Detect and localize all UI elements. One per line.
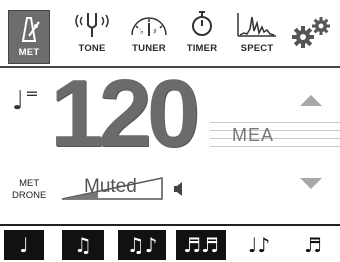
subdivision-sixteenth-button[interactable]: ♬♬ xyxy=(176,230,226,260)
drone-label-line1: MET xyxy=(19,178,40,189)
volume-slider[interactable]: Muted xyxy=(62,172,182,204)
spectrum-icon xyxy=(236,6,278,42)
quarter-note-icon: ♩ xyxy=(12,86,25,116)
stopwatch-icon xyxy=(189,6,215,42)
metronome-icon xyxy=(14,11,44,47)
tab-tuner[interactable]: ♭ ♯ TUNER xyxy=(122,6,176,64)
tab-tuner-label: TUNER xyxy=(132,43,166,54)
measure-label[interactable]: MEA xyxy=(232,125,274,146)
tempo-bpm-display[interactable]: 120 xyxy=(50,66,200,162)
volume-status: Muted xyxy=(84,176,137,197)
subdivision-quarter-button[interactable]: ♩ xyxy=(4,230,44,260)
mode-toolbar: MET TONE ♭ ♯ TUNER TIMER SPECT xyxy=(0,0,340,66)
tempo-down-button[interactable] xyxy=(300,178,322,189)
svg-text:♭: ♭ xyxy=(140,27,144,36)
subdivision-bar: ♩ ♫ ♫♪ ♬♬ ♩♪ ♬ xyxy=(0,224,340,262)
settings-button[interactable] xyxy=(288,14,334,72)
metronome-panel: ♩= 120 MEA MET DRONE Muted xyxy=(0,66,340,228)
swing-rhythm-icon: ♬ xyxy=(304,233,322,257)
tempo-up-button[interactable] xyxy=(300,95,322,106)
tab-spectrum[interactable]: SPECT xyxy=(232,6,282,64)
tab-timer-label: TIMER xyxy=(186,43,218,54)
tuner-dial-icon: ♭ ♯ xyxy=(127,6,171,42)
sixteenth-notes-icon: ♬♬ xyxy=(183,233,219,257)
tab-metronome[interactable]: MET xyxy=(8,10,50,64)
triplet-icon: ♫♪ xyxy=(126,233,158,257)
measure-staff xyxy=(210,120,340,154)
subdivision-triplet-button[interactable]: ♫♪ xyxy=(118,230,166,260)
tab-tone-label: TONE xyxy=(78,43,106,54)
subdivision-dotted-button[interactable]: ♩♪ xyxy=(238,230,280,260)
eighth-notes-icon: ♫ xyxy=(74,233,92,257)
tempo-note-label: ♩= xyxy=(12,84,39,116)
gear-icon xyxy=(289,14,333,50)
subdivision-swing-button[interactable]: ♬ xyxy=(292,230,334,260)
tuning-fork-icon xyxy=(75,6,109,42)
tab-timer[interactable]: TIMER xyxy=(182,6,222,64)
quarter-note-icon: ♩ xyxy=(19,233,29,257)
speaker-icon[interactable] xyxy=(174,182,184,201)
drone-label-line2: DRONE xyxy=(12,190,47,201)
tab-metronome-label: MET xyxy=(18,47,40,58)
dotted-rhythm-icon: ♩♪ xyxy=(247,233,271,257)
drone-mode-label[interactable]: MET DRONE xyxy=(12,178,46,202)
equals-sign: = xyxy=(25,84,39,103)
svg-text:♯: ♯ xyxy=(153,27,157,36)
tab-tone[interactable]: TONE xyxy=(70,6,114,64)
subdivision-eighth-button[interactable]: ♫ xyxy=(62,230,104,260)
tab-spectrum-label: SPECT xyxy=(240,43,274,54)
